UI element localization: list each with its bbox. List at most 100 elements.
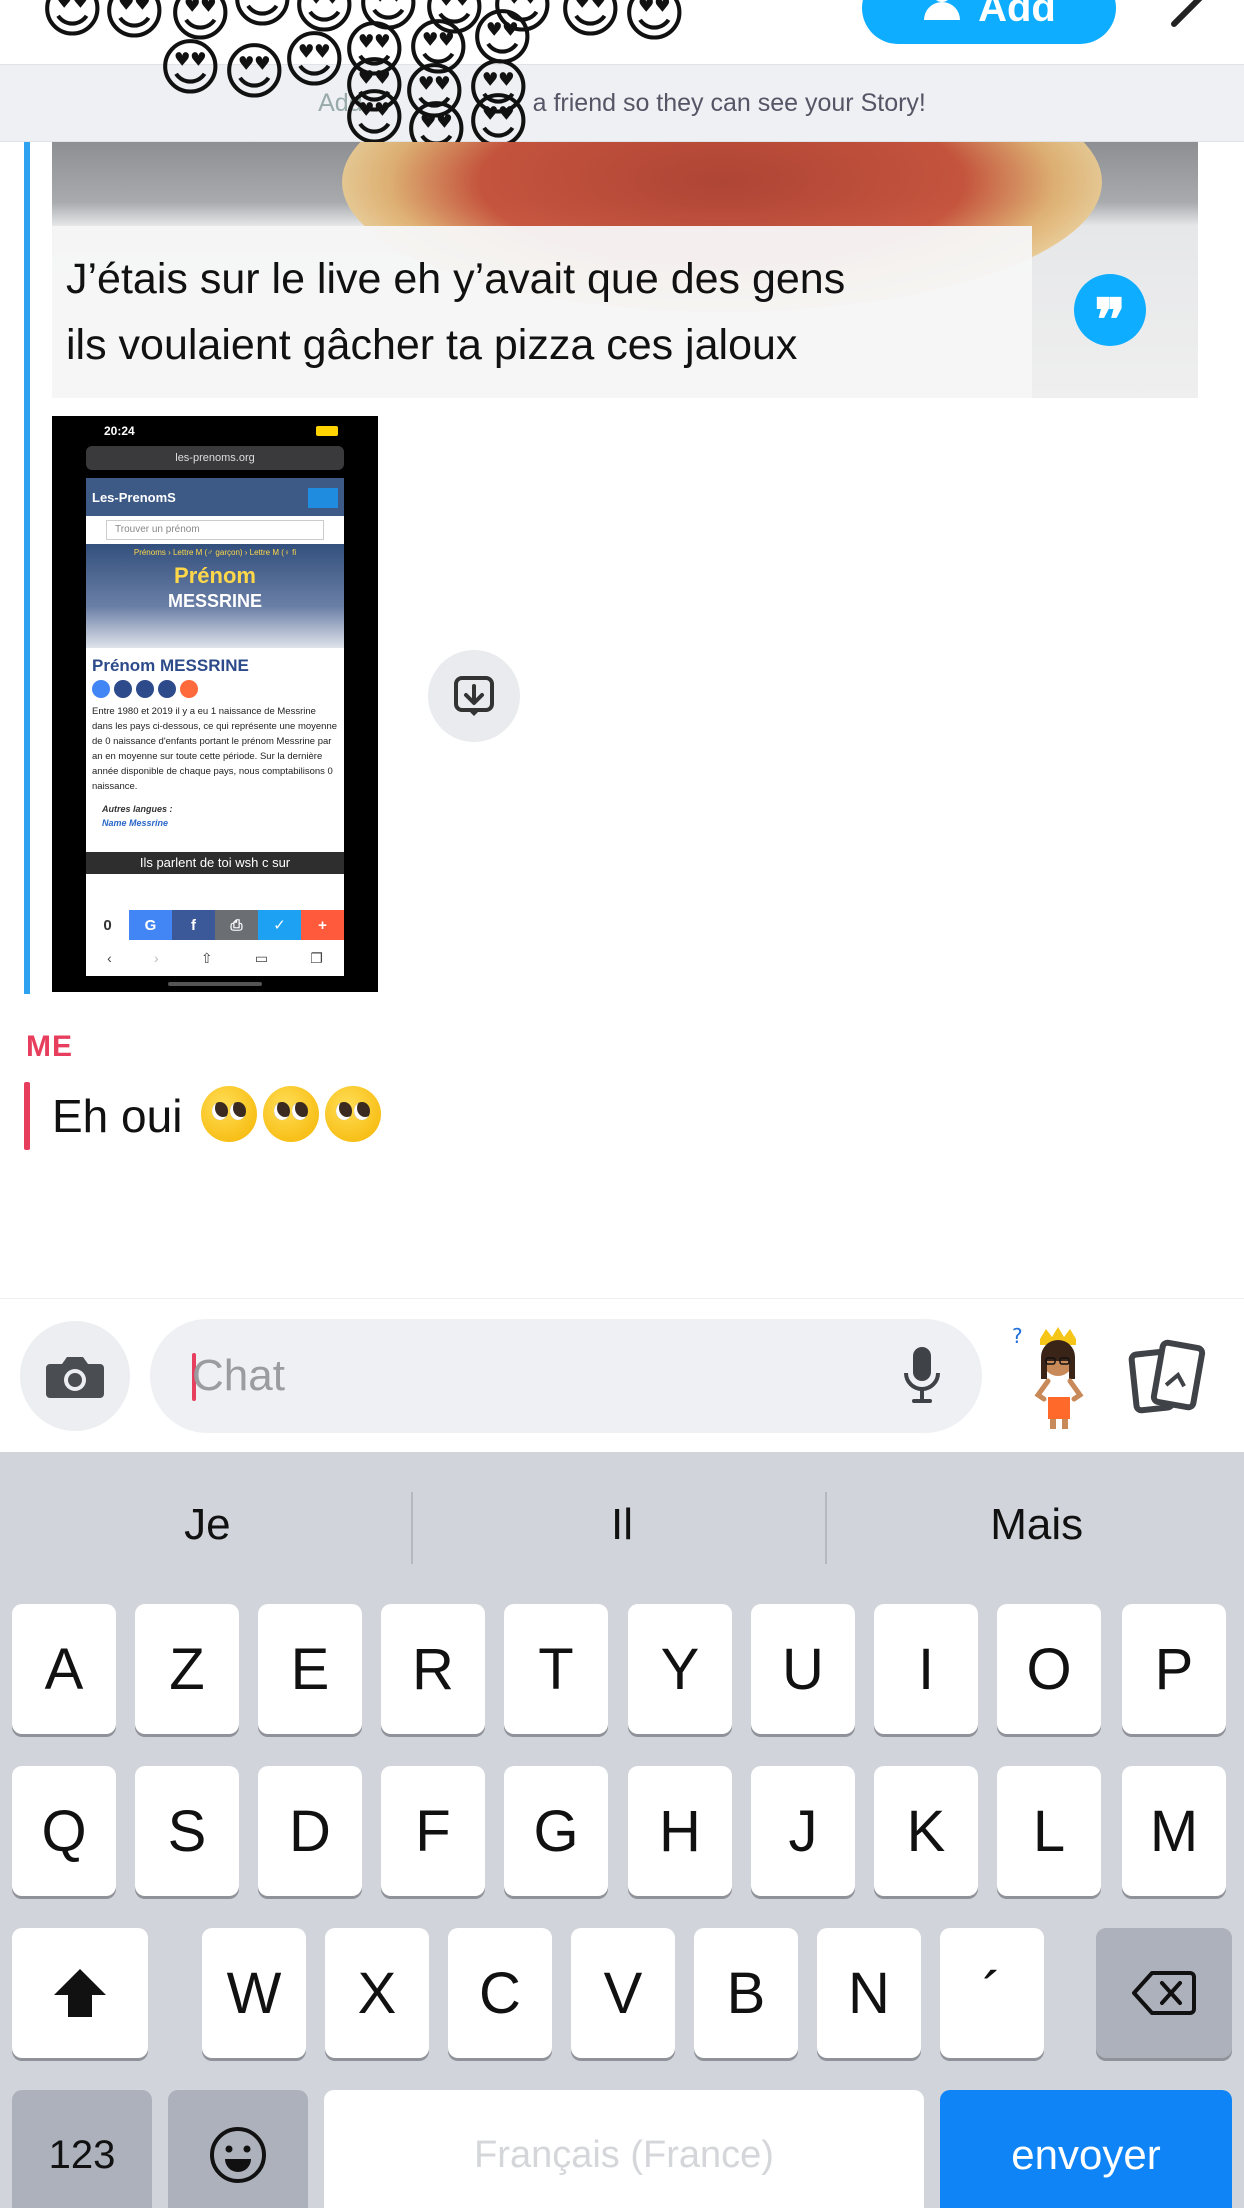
predictive-bar: Je Il Mais xyxy=(0,1452,1244,1598)
shift-key[interactable] xyxy=(12,1928,148,2058)
screenshot-social-icons xyxy=(86,680,344,698)
quote-icon[interactable]: ❞ xyxy=(1074,274,1146,349)
screenshot-page: Les-PrenomS Trouver un prénom Prénoms › … xyxy=(86,478,344,910)
microphone-button[interactable] xyxy=(890,1343,954,1407)
key-k[interactable]: K xyxy=(874,1766,978,1896)
download-icon xyxy=(454,676,494,716)
screenshot-status-bar: 20:24 xyxy=(52,416,378,446)
key-j[interactable]: J xyxy=(751,1766,855,1896)
suggestion-divider xyxy=(825,1492,827,1564)
key-u[interactable]: U xyxy=(751,1604,855,1734)
suggestion-3[interactable]: Mais xyxy=(829,1500,1244,1550)
story-notice-prefix: Add xyxy=(318,88,363,117)
key-e[interactable]: E xyxy=(258,1604,362,1734)
add-friend-button[interactable]: Add xyxy=(862,0,1116,44)
shared-screenshot[interactable]: 20:24 les-prenoms.org Les-PrenomS Trouve… xyxy=(52,416,378,992)
story-notice[interactable]: Add a friend so they can see your Story! xyxy=(0,64,1244,142)
svg-text:?: ? xyxy=(1012,1324,1023,1348)
save-to-chat-button[interactable] xyxy=(428,650,520,742)
suggestion-divider xyxy=(411,1492,413,1564)
shift-icon xyxy=(54,1969,106,2017)
screenshot-other-langs: Autres langues : xyxy=(102,804,173,814)
key-h[interactable]: H xyxy=(628,1766,732,1896)
pleading-face-emoji xyxy=(325,1086,382,1142)
add-friend-icon xyxy=(922,0,962,28)
share-count: 0 xyxy=(86,910,129,940)
cards-button[interactable] xyxy=(1128,1335,1212,1419)
chat-input[interactable] xyxy=(192,1341,892,1411)
send-key[interactable]: envoyer xyxy=(940,2090,1232,2208)
screenshot-site-header: Les-PrenomS xyxy=(86,478,344,516)
quote-line-2: ils voulaient gâcher ta pizza ces jaloux xyxy=(66,321,798,369)
key-c[interactable]: C xyxy=(448,1928,552,2058)
chat-input-wrapper xyxy=(150,1319,982,1433)
key-y[interactable]: Y xyxy=(628,1604,732,1734)
key-q[interactable]: Q xyxy=(12,1766,116,1896)
numbers-key[interactable]: 123 xyxy=(12,2090,152,2208)
key-f[interactable]: F xyxy=(381,1766,485,1896)
add-friend-label: Add xyxy=(978,0,1056,30)
key-p[interactable]: P xyxy=(1122,1604,1226,1734)
pleading-face-emoji xyxy=(201,1086,258,1142)
key-s[interactable]: S xyxy=(135,1766,239,1896)
share-twitter: ✓ xyxy=(258,910,301,940)
screenshot-browser-nav: ‹ › ⇧ ▭ ❐ xyxy=(86,940,344,976)
camera-icon xyxy=(46,1357,104,1398)
share-more: + xyxy=(301,910,344,940)
emoji-key[interactable] xyxy=(168,2090,308,2208)
ios-keyboard: Je Il Mais A Z E R T Y U I O P Q S D F G… xyxy=(0,1452,1244,2208)
key-r[interactable]: R xyxy=(381,1604,485,1734)
key-i[interactable]: I xyxy=(874,1604,978,1734)
more-options-icon[interactable] xyxy=(1160,0,1220,30)
story-notice-text: a friend so they can see your Story! xyxy=(532,88,926,117)
key-accent[interactable]: ´ xyxy=(940,1928,1044,2058)
screenshot-search: Trouver un prénom xyxy=(106,520,324,540)
key-t[interactable]: T xyxy=(504,1604,608,1734)
key-x[interactable]: X xyxy=(325,1928,429,2058)
quoted-story-caption: J’étais sur le live eh y’avait que des g… xyxy=(52,226,1032,398)
microphone-icon xyxy=(904,1347,940,1403)
share-google: G xyxy=(129,910,172,940)
key-l[interactable]: L xyxy=(997,1766,1101,1896)
key-a[interactable]: A xyxy=(12,1604,116,1734)
battery-icon xyxy=(316,426,338,436)
bitmoji-button[interactable]: ? xyxy=(1010,1321,1100,1431)
screenshot-hero-title: Prénom xyxy=(174,563,256,588)
key-d[interactable]: D xyxy=(258,1766,362,1896)
screenshot-hero-name: MESSRINE xyxy=(167,591,263,611)
hamburger-icon xyxy=(308,488,338,508)
screenshot-hero: Prénoms › Lettre M (♂ garçon) › Lettre M… xyxy=(86,544,344,648)
key-b[interactable]: B xyxy=(694,1928,798,2058)
key-v[interactable]: V xyxy=(571,1928,675,2058)
chat-composer: ? xyxy=(0,1298,1244,1450)
screenshot-other-langs-item: Name Messrine xyxy=(102,818,169,828)
camera-button[interactable] xyxy=(20,1321,130,1431)
key-n[interactable]: N xyxy=(817,1928,921,2058)
pleading-face-emoji xyxy=(263,1086,320,1142)
key-o[interactable]: O xyxy=(997,1604,1101,1734)
screenshot-breadcrumb: Prénoms › Lettre M (♂ garçon) › Lettre M… xyxy=(133,548,297,557)
space-key[interactable]: Français (France) xyxy=(324,2090,924,2208)
cards-icon xyxy=(1128,1339,1206,1414)
screenshot-url-bar: les-prenoms.org xyxy=(86,446,344,470)
key-g[interactable]: G xyxy=(504,1766,608,1896)
friend-message-bar xyxy=(24,142,30,994)
bitmoji-avatar-icon: ? xyxy=(1012,1324,1084,1429)
screenshot-body: Entre 1980 et 2019 il y a eu 1 naissance… xyxy=(92,706,338,792)
suggestion-2[interactable]: Il xyxy=(415,1500,830,1550)
suggestion-1[interactable]: Je xyxy=(0,1500,415,1550)
screenshot-caption: Ils parlent de toi wsh c sur xyxy=(86,852,344,874)
my-message-text: Eh oui xyxy=(52,1090,183,1142)
backspace-key[interactable] xyxy=(1096,1928,1232,2058)
screenshot-site-name: Les-PrenomS xyxy=(92,490,176,505)
share-print: ⎙ xyxy=(215,910,258,940)
my-message[interactable]: Eh oui xyxy=(52,1086,382,1143)
me-message-bar xyxy=(24,1082,30,1150)
key-m[interactable]: M xyxy=(1122,1766,1226,1896)
share-facebook: f xyxy=(172,910,215,940)
key-z[interactable]: Z xyxy=(135,1604,239,1734)
screenshot-home-indicator xyxy=(168,982,262,986)
top-bar: Add xyxy=(0,0,1244,64)
key-w[interactable]: W xyxy=(202,1928,306,2058)
screenshot-time: 20:24 xyxy=(104,424,135,438)
